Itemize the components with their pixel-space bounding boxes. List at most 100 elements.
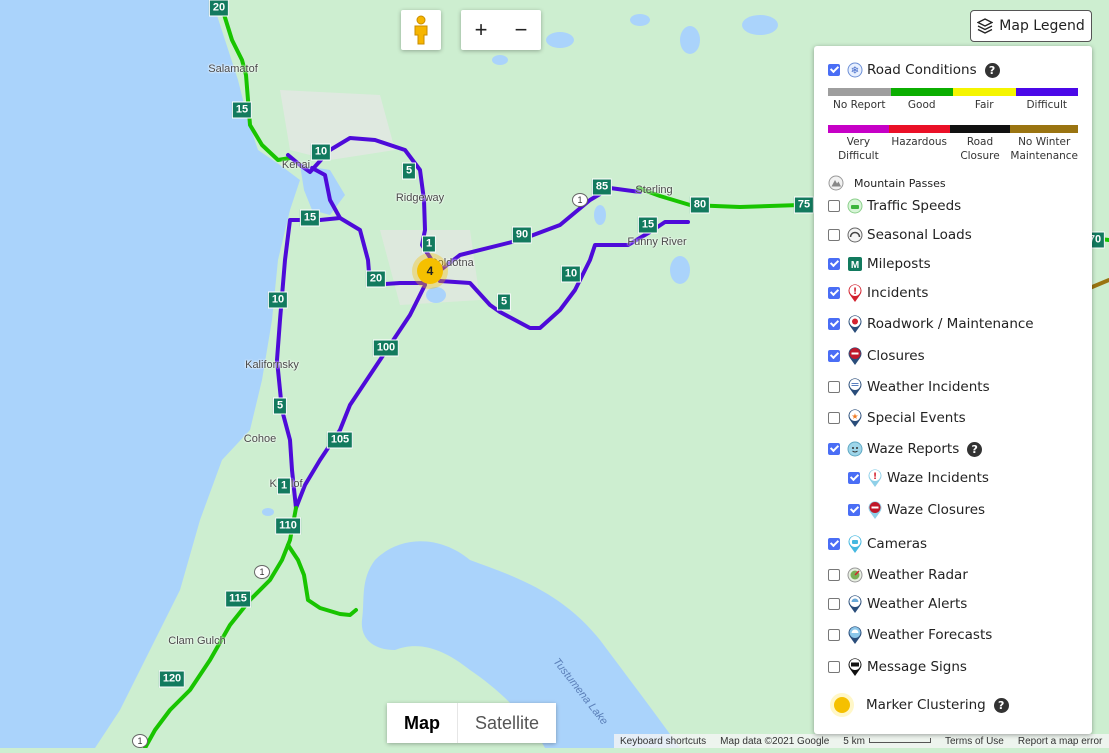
condition-swatch: Road Closure — [949, 125, 1011, 163]
marker-clustering-label: Marker Clustering — [866, 697, 986, 713]
legend-layer-incidents: ! Incidents — [828, 284, 929, 302]
milepost-marker[interactable]: 90 — [511, 226, 533, 244]
legend-layer-special-events: ★ Special Events — [828, 409, 966, 427]
place-label: Clam Gulch — [168, 635, 226, 647]
place-label: Salamatof — [208, 63, 258, 75]
message-sign-pin-icon — [847, 658, 863, 676]
layer-checkbox[interactable] — [828, 229, 840, 241]
layer-checkbox[interactable] — [828, 381, 840, 393]
layer-checkbox[interactable] — [828, 200, 840, 212]
milepost-marker[interactable]: 1 — [276, 477, 292, 495]
milepost-marker[interactable]: 80 — [689, 196, 711, 214]
layer-checkbox[interactable] — [828, 287, 840, 299]
milepost-marker[interactable]: 10 — [560, 265, 582, 283]
swatch-bar — [888, 125, 950, 133]
roadwork-pin-icon — [847, 315, 863, 333]
marker-cluster[interactable]: 4 — [417, 258, 443, 284]
svg-text:★: ★ — [851, 412, 858, 421]
milepost-marker[interactable]: 15 — [231, 101, 253, 119]
milepost-marker[interactable]: 20 — [365, 270, 387, 288]
road-conditions-checkbox[interactable] — [828, 64, 840, 76]
condition-swatch: Good — [890, 88, 953, 112]
legend-layer-cameras: Cameras — [828, 535, 927, 553]
map-legend-button[interactable]: Map Legend — [970, 10, 1092, 42]
zoom-in-button[interactable]: + — [461, 10, 501, 50]
layer-checkbox[interactable] — [848, 504, 860, 516]
milepost-marker[interactable]: 75 — [793, 196, 815, 214]
map-type-control: Map Satellite — [387, 703, 557, 743]
place-label: Sterling — [635, 184, 673, 196]
milepost-marker[interactable]: 20 — [208, 0, 230, 17]
swatch-bar — [953, 88, 1016, 96]
map-data-text: Map data ©2021 Google — [720, 735, 830, 747]
milepost-marker[interactable]: 105 — [326, 431, 354, 449]
legend-layer-traffic-speeds: Traffic Speeds — [828, 198, 961, 214]
milepost-marker[interactable]: 10 — [310, 143, 332, 161]
layer-label: Waze Closures — [887, 502, 986, 518]
layer-checkbox[interactable] — [828, 258, 840, 270]
milepost-marker[interactable]: 110 — [275, 517, 301, 535]
layer-label: Closures — [867, 348, 925, 364]
place-label: Kenai — [281, 159, 311, 171]
map-attribution: Keyboard shortcuts Map data ©2021 Google… — [614, 734, 1109, 748]
terms-link[interactable]: Terms of Use — [945, 736, 1004, 747]
layer-checkbox[interactable] — [828, 318, 840, 330]
help-icon[interactable]: ? — [984, 62, 1000, 78]
layer-checkbox[interactable] — [828, 569, 840, 581]
conditions-row-1: No Report Good Fair Difficult — [828, 88, 1078, 112]
legend-road-conditions: ❄ Road Conditions ? — [828, 62, 1000, 78]
help-icon[interactable]: ? — [967, 441, 983, 457]
forecast-pin-icon — [847, 626, 863, 644]
layer-label: Incidents — [867, 285, 929, 301]
milepost-marker[interactable]: 5 — [401, 162, 417, 180]
condition-swatch: No Report — [828, 88, 891, 112]
layer-checkbox[interactable] — [828, 350, 840, 362]
milepost-marker[interactable]: 85 — [591, 178, 613, 196]
legend-panel: ❄ Road Conditions ? No Report Good Fair … — [814, 46, 1092, 734]
street-view-pegman[interactable] — [401, 10, 441, 50]
layer-label: Traffic Speeds — [867, 198, 962, 214]
milepost-marker[interactable]: 10 — [267, 291, 289, 309]
condition-swatch: Hazardous — [888, 125, 950, 163]
layer-label: Weather Incidents — [867, 379, 990, 395]
map-type-map-button[interactable]: Map — [387, 703, 458, 743]
milepost-marker[interactable]: 5 — [272, 397, 288, 415]
layer-checkbox[interactable] — [848, 472, 860, 484]
conditions-row-2: Very Difficult Hazardous Road Closure No… — [828, 125, 1079, 163]
legend-layer-weather-incidents: Weather Incidents — [828, 378, 990, 396]
layer-checkbox[interactable] — [828, 598, 840, 610]
layer-checkbox[interactable] — [828, 412, 840, 424]
legend-layer-weather-alerts: Weather Alerts — [828, 595, 968, 613]
camera-pin-icon — [847, 535, 863, 553]
legend-layer-waze-incidents: ! Waze Incidents — [848, 469, 989, 487]
closure-pin-icon — [847, 347, 863, 365]
layer-checkbox[interactable] — [828, 661, 840, 673]
report-error-link[interactable]: Report a map error — [1018, 736, 1102, 747]
swatch-label: Good — [907, 99, 936, 111]
milepost-marker[interactable]: 100 — [372, 339, 400, 357]
milepost-marker[interactable]: 1 — [421, 235, 437, 253]
layer-checkbox[interactable] — [828, 629, 840, 641]
layer-label: Mileposts — [867, 256, 931, 272]
layer-checkbox[interactable] — [828, 443, 840, 455]
milepost-marker[interactable]: 115 — [225, 590, 251, 608]
keyboard-shortcuts-link[interactable]: Keyboard shortcuts — [620, 736, 706, 747]
layer-label: Weather Alerts — [867, 596, 968, 612]
scale-bar — [868, 738, 931, 744]
milepost-marker[interactable]: 5 — [496, 293, 512, 311]
milepost-marker[interactable]: 15 — [299, 209, 321, 227]
swatch-label: Road Closure — [960, 136, 1000, 162]
place-label: Ridgeway — [395, 192, 445, 204]
milepost-marker[interactable]: 15 — [637, 216, 659, 234]
map-type-satellite-button[interactable]: Satellite — [458, 703, 557, 743]
swatch-label: Fair — [974, 99, 994, 111]
scale-indicator[interactable]: 5 km — [843, 736, 931, 747]
help-icon[interactable]: ? — [993, 697, 1009, 713]
legend-layer-roadwork-maintenance: Roadwork / Maintenance — [828, 315, 1034, 333]
layer-checkbox[interactable] — [828, 538, 840, 550]
milepost-marker[interactable]: 120 — [158, 670, 186, 688]
svg-text:❄: ❄ — [851, 66, 859, 77]
layer-label: Seasonal Loads — [867, 227, 972, 243]
zoom-out-button[interactable]: − — [501, 10, 541, 50]
road-conditions-label: Road Conditions — [867, 62, 977, 78]
